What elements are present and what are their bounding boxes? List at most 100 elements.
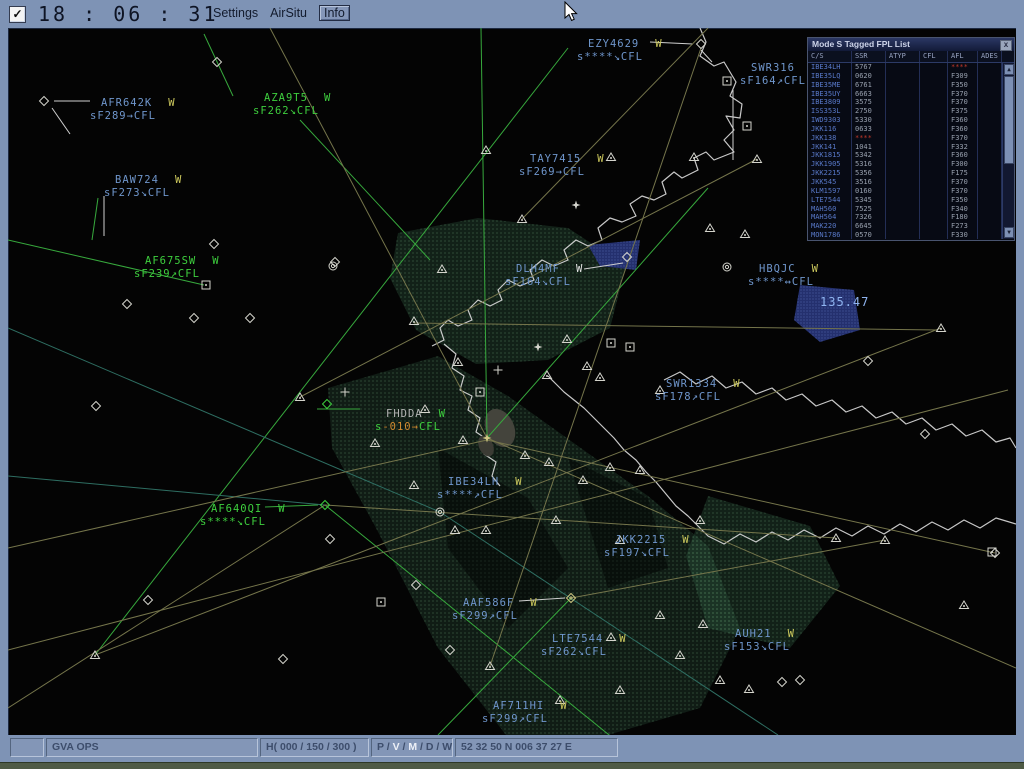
aircraft-label-auh21[interactable]: AUH21WsF153↘CFL xyxy=(724,628,795,654)
fpl-column-header[interactable]: ADES xyxy=(978,51,1002,62)
callsign[interactable]: HBQJC xyxy=(759,263,796,275)
fpl-scrollbar[interactable]: ▲ ▼ xyxy=(1002,63,1014,239)
fpl-cell-ades xyxy=(978,134,1002,143)
fpl-row[interactable]: JKK1160633F360 xyxy=(808,125,1002,134)
fpl-row[interactable]: MAK2206645F273 xyxy=(808,222,1002,231)
aircraft-label-af640qi[interactable]: AF640QIWs****↘CFL xyxy=(200,503,286,529)
fpl-row[interactable]: IBE35UY6663F370 xyxy=(808,90,1002,99)
callsign[interactable]: AFR642K xyxy=(101,97,152,109)
callsign[interactable]: AF640QI xyxy=(211,503,262,515)
menu-info[interactable]: Info xyxy=(319,5,350,21)
fpl-column-header[interactable]: C/S xyxy=(808,51,852,62)
menu-settings[interactable]: Settings xyxy=(213,6,258,21)
label-line2: sF289→CFL xyxy=(90,110,176,123)
menu-airsitu[interactable]: AirSitu xyxy=(270,6,307,21)
fpl-column-header[interactable]: SSR xyxy=(852,51,886,62)
fpl-list-window[interactable]: Mode S Tagged FPL List x C/SSSRATYPCFLAF… xyxy=(807,37,1015,241)
fpl-cell-cs: JKK545 xyxy=(808,178,852,187)
fpl-cell-cfl xyxy=(920,196,948,205)
fpl-row[interactable]: IBE34LH5767**** xyxy=(808,63,1002,72)
fpl-column-header[interactable]: ATYP xyxy=(886,51,920,62)
fpl-cell-cfl xyxy=(920,178,948,187)
aircraft-label-baw724[interactable]: BAW724WsF273↘CFL xyxy=(104,174,182,200)
waypoint-flag: W xyxy=(576,263,583,275)
aircraft-label-ezy4629[interactable]: EZY4629Ws****↘CFL xyxy=(577,38,663,64)
callsign[interactable]: AAF586F xyxy=(463,597,514,609)
fpl-row[interactable]: JKK18155342F360 xyxy=(808,151,1002,160)
aircraft-label-fhdda[interactable]: FHDDAWs-010→CFL xyxy=(375,408,446,434)
aircraft-label-af711hi[interactable]: AF711HIWsF299↗CFL xyxy=(482,700,568,726)
filter-flag: / D / W xyxy=(417,741,452,753)
fpl-cell-atyp xyxy=(886,178,920,187)
menu-bar: Settings AirSitu Info xyxy=(213,6,350,21)
callsign[interactable]: TAY7415 xyxy=(530,153,581,165)
callsign[interactable]: DLH4MF xyxy=(516,263,560,275)
callsign[interactable]: AF675SW xyxy=(145,255,196,267)
aircraft-label-lte7544[interactable]: LTE7544WsF262↘CFL xyxy=(541,633,627,659)
aircraft-label-swr1334[interactable]: SWR1334WsF178↗CFL xyxy=(655,378,741,404)
scroll-down-icon[interactable]: ▼ xyxy=(1004,227,1014,238)
close-icon[interactable]: x xyxy=(1000,40,1012,51)
aircraft-label-tay7415[interactable]: TAY7415WsF269→CFL xyxy=(519,153,605,179)
waypoint-flag: W xyxy=(560,700,567,712)
fpl-window-titlebar[interactable]: Mode S Tagged FPL List x xyxy=(808,38,1014,51)
fpl-row[interactable]: IBE35ME6761F350 xyxy=(808,81,1002,90)
aircraft-label-dlh4mf[interactable]: DLH4MFWsF164↘CFL xyxy=(505,263,583,289)
aircraft-label-hbqjc[interactable]: HBQJCWs****↔CFL xyxy=(748,263,819,289)
system-clock: 18 : 06 : 31 xyxy=(38,2,219,26)
aircraft-label-aza9t5[interactable]: AZA9T5WsF262↘CFL xyxy=(253,92,331,118)
aircraft-label-aaf586f[interactable]: AAF586FWsF299↗CFL xyxy=(452,597,538,623)
callsign[interactable]: JKK2215 xyxy=(615,534,666,546)
label-line2: sF239↗CFL xyxy=(134,268,220,281)
callsign[interactable]: SWR316 xyxy=(751,62,795,74)
fpl-row[interactable]: MAH5647326F180 xyxy=(808,213,1002,222)
aircraft-label-ibe34lh[interactable]: IBE34LHWs****↗CFL xyxy=(437,476,523,502)
fpl-cell-afl: **** xyxy=(948,63,978,72)
fpl-column-header[interactable]: AFL xyxy=(948,51,978,62)
fpl-row[interactable]: JKK22155356F175 xyxy=(808,169,1002,178)
fpl-window-title: Mode S Tagged FPL List xyxy=(812,39,910,49)
fpl-cell-ades xyxy=(978,125,1002,134)
fpl-row[interactable]: JKK5453516F370 xyxy=(808,178,1002,187)
fpl-cell-ssr: **** xyxy=(852,134,886,143)
waypoint-flag: W xyxy=(619,633,626,645)
callsign[interactable]: AF711HI xyxy=(493,700,544,712)
scroll-up-icon[interactable]: ▲ xyxy=(1004,64,1014,75)
display-toggle-checkbox[interactable]: ✓ xyxy=(9,6,26,23)
fpl-row[interactable]: IBE38093575F370 xyxy=(808,98,1002,107)
fpl-row[interactable]: JKK138****F370 xyxy=(808,134,1002,143)
scrollbar-thumb[interactable] xyxy=(1004,76,1014,164)
fpl-column-header[interactable]: CFL xyxy=(920,51,948,62)
fpl-row[interactable]: JKK19055316F300 xyxy=(808,160,1002,169)
fpl-row[interactable]: ISS353L2750F375 xyxy=(808,107,1002,116)
fpl-row[interactable]: LTE75445345F350 xyxy=(808,196,1002,205)
aircraft-label-af675sw[interactable]: AF675SWWsF239↗CFL xyxy=(134,255,220,281)
fpl-row[interactable]: MON17860570F330 xyxy=(808,231,1002,239)
fpl-row[interactable]: IBE35LQ0620F309 xyxy=(808,72,1002,81)
label-line2: sF269→CFL xyxy=(519,166,605,179)
fpl-cell-afl: F360 xyxy=(948,151,978,160)
fpl-row[interactable]: JKK1411041F332 xyxy=(808,143,1002,152)
fpl-cell-cs: JKK141 xyxy=(808,143,852,152)
fpl-cell-atyp xyxy=(886,222,920,231)
filter-flag: P / xyxy=(377,741,393,753)
callsign[interactable]: BAW724 xyxy=(115,174,159,186)
fpl-cell-cfl xyxy=(920,143,948,152)
aircraft-label-jkk2215[interactable]: JKK2215WsF197↘CFL xyxy=(604,534,690,560)
waypoint-flag: W xyxy=(168,97,175,109)
fpl-cell-afl: F175 xyxy=(948,169,978,178)
aircraft-label-afr642k[interactable]: AFR642K WsF289→CFL xyxy=(90,97,176,123)
callsign[interactable]: SWR1334 xyxy=(666,378,717,390)
callsign[interactable]: LTE7544 xyxy=(552,633,603,645)
fpl-cell-atyp xyxy=(886,205,920,214)
fpl-row[interactable]: KLM15970160F370 xyxy=(808,187,1002,196)
waypoint-flag: W xyxy=(812,263,819,275)
callsign[interactable]: FHDDA xyxy=(386,408,423,420)
aircraft-label-swr316[interactable]: SWR316sF164↗CFL xyxy=(740,62,806,88)
fpl-row[interactable]: IWD93035330F360 xyxy=(808,116,1002,125)
callsign[interactable]: EZY4629 xyxy=(588,38,639,50)
callsign[interactable]: AZA9T5 xyxy=(264,92,308,104)
callsign[interactable]: IBE34LH xyxy=(448,476,499,488)
fpl-row[interactable]: MAH5607525F340 xyxy=(808,205,1002,214)
callsign[interactable]: AUH21 xyxy=(735,628,772,640)
